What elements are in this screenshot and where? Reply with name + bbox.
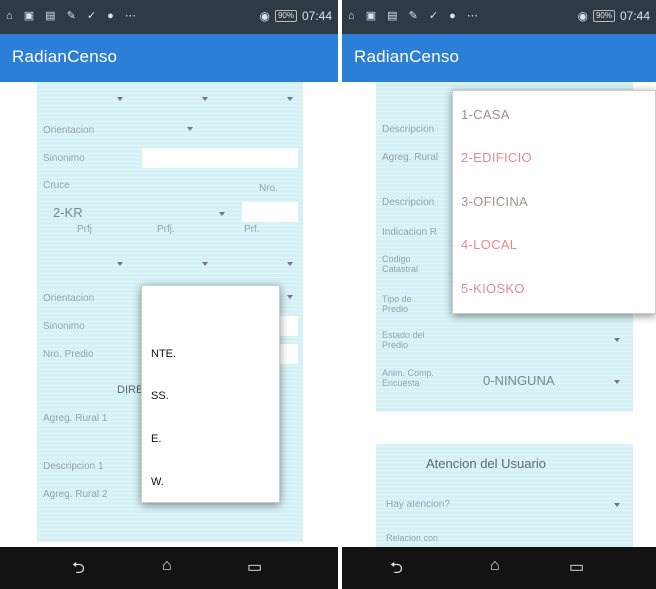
dropdown-arrow-icon[interactable] <box>117 97 123 101</box>
prfj-label: Prf. <box>244 224 260 235</box>
back-icon[interactable]: ⮌ <box>390 557 403 584</box>
cruce-label: Cruce <box>43 180 70 191</box>
codigo-catastral-label: Catastral <box>382 264 419 274</box>
relacion-label: Relacion con <box>386 533 439 543</box>
atencion-usuario-panel: Atencion del Usuario Hay atencion? Relac… <box>376 444 633 547</box>
status-bar: ⌂ ▣ ▤ ✎ ✓ ● ⋯ ◉ 90% 07:44 <box>342 0 656 34</box>
phone-screen-right: ⌂ ▣ ▤ ✎ ✓ ● ⋯ ◉ 90% 07:44 RadianCenso De… <box>342 0 656 589</box>
menu-option[interactable]: 2-EDIFICIO <box>461 150 532 165</box>
wifi-icon: ◉ <box>259 9 270 23</box>
notification-icons: ⌂ ▣ ▤ ✎ ✓ ● ⋯ <box>6 10 140 22</box>
menu-option[interactable]: 3-OFICINA <box>461 194 528 209</box>
direccion-section-header: DIRE <box>117 384 144 396</box>
estado-dropdown-arrow-icon[interactable] <box>614 338 620 342</box>
app-title: RadianCenso <box>354 47 460 66</box>
hay-atencion-dropdown-arrow-icon[interactable] <box>614 503 620 507</box>
menu-option[interactable]: 5-KIOSKO <box>461 281 525 296</box>
recent-apps-icon[interactable]: ▭ <box>569 557 584 577</box>
app-title: RadianCenso <box>12 47 118 66</box>
anim-comp-encuesta-label: Anim. Comp. <box>382 368 435 378</box>
form-content: Descripcion Agreg. Rural Descripcion Ind… <box>342 82 656 547</box>
sinonimo-label: Sinonimo <box>43 153 85 164</box>
descripcion-1-label: Descripcion 1 <box>43 461 104 472</box>
anim-comp-select[interactable]: 0-NINGUNA <box>483 373 555 388</box>
dropdown-arrow-icon[interactable] <box>287 97 293 101</box>
descripcion-label: Descripcion <box>382 124 435 135</box>
anim-comp-encuesta-label: Encuesta <box>382 378 420 388</box>
agreg-rural-2-label: Agreg. Rural 2 <box>43 489 108 500</box>
indicacion-label: Indicacion R <box>382 227 438 238</box>
tipo-predio-label: Predio <box>382 304 409 314</box>
menu-option[interactable]: 4-LOCAL <box>461 237 517 252</box>
hay-atencion-select[interactable]: Hay atencion? <box>386 499 450 510</box>
orientacion-label: Orientacion <box>43 293 95 304</box>
dropdown-arrow-icon[interactable] <box>117 262 123 266</box>
recent-apps-icon[interactable]: ▭ <box>247 557 262 577</box>
codigo-catastral-label: Codigo <box>382 254 411 264</box>
tipo-predio-label: Tipo de <box>382 294 412 304</box>
battery-icon: 90% <box>274 10 297 22</box>
orientation-dropdown-popup: NTE. SS. E. W. <box>141 285 280 503</box>
prfj-label: Prfj. <box>157 224 175 235</box>
system-nav-bar: ⮌ ⌂ ▭ <box>342 547 656 589</box>
clock: 07:44 <box>301 9 332 23</box>
dropdown-arrow-icon[interactable] <box>287 262 293 266</box>
nro-label: Nro. <box>259 183 278 194</box>
tipo-predio-dropdown-menu: 1-CASA 2-EDIFICIO 3-OFICINA 4-LOCAL 5-KI… <box>452 90 656 314</box>
dropdown-arrow-icon[interactable] <box>202 262 208 266</box>
app-bar: RadianCenso <box>0 34 338 82</box>
back-icon[interactable]: ⮌ <box>72 557 85 584</box>
home-icon[interactable]: ⌂ <box>490 557 500 575</box>
dropdown-option[interactable]: NTE. <box>151 348 176 360</box>
agreg-rural-label: Agreg. Rural <box>382 152 439 163</box>
descripcion-label: Descripcion <box>382 197 435 208</box>
menu-option[interactable]: 1-CASA <box>461 107 510 122</box>
estado-predio-label: Predio <box>382 340 409 350</box>
nro-input[interactable] <box>242 202 298 222</box>
phone-screen-left: ⌂ ▣ ▤ ✎ ✓ ● ⋯ ◉ 90% 07:44 RadianCenso Or… <box>0 0 338 589</box>
sinonimo-label: Sinonimo <box>43 321 85 332</box>
prfj-label: Prfj <box>77 224 92 235</box>
cruce-select[interactable]: 2-KR <box>53 205 83 220</box>
dropdown-arrow-icon[interactable] <box>202 97 208 101</box>
nro-predio-label: Nro. Predio <box>43 349 94 360</box>
orientacion-dropdown-arrow-icon[interactable] <box>287 295 293 299</box>
clock: 07:44 <box>619 9 650 23</box>
estado-predio-label: Estado del <box>382 330 425 340</box>
status-bar: ⌂ ▣ ▤ ✎ ✓ ● ⋯ ◉ 90% 07:44 <box>0 0 338 34</box>
app-bar: RadianCenso <box>342 34 656 82</box>
form-content: Orientacion Sinonimo Cruce Nro. 2-KR Prf… <box>0 82 338 547</box>
dropdown-option[interactable]: W. <box>151 476 164 488</box>
cruce-dropdown-arrow-icon[interactable] <box>219 212 225 216</box>
atencion-section-header: Atencion del Usuario <box>426 456 546 471</box>
wifi-icon: ◉ <box>577 9 588 23</box>
dropdown-option[interactable]: E. <box>151 433 161 445</box>
dropdown-option[interactable]: SS. <box>151 390 169 402</box>
system-nav-bar: ⮌ ⌂ ▭ <box>0 547 338 589</box>
sinonimo-input[interactable] <box>142 148 298 168</box>
battery-icon: 90% <box>592 10 615 22</box>
agreg-rural-1-label: Agreg. Rural 1 <box>43 413 108 424</box>
orientacion-dropdown-arrow-icon[interactable] <box>187 127 193 131</box>
orientacion-label: Orientacion <box>43 125 95 136</box>
anim-dropdown-arrow-icon[interactable] <box>614 380 620 384</box>
notification-icons: ⌂ ▣ ▤ ✎ ✓ ● ⋯ <box>348 10 482 22</box>
home-icon[interactable]: ⌂ <box>162 557 172 575</box>
